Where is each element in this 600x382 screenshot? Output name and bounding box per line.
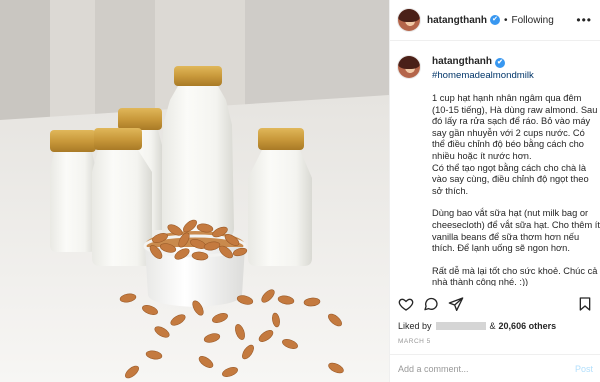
liker-name-redacted[interactable] xyxy=(435,322,486,330)
avatar[interactable] xyxy=(398,9,420,31)
liked-by-label: Liked by xyxy=(398,321,432,331)
separator-dot: • xyxy=(504,14,508,26)
caption-paragraph: Rất dễ mà lại tốt cho sức khoẻ. Chúc cả … xyxy=(432,265,598,286)
comment-box: Post xyxy=(390,354,600,382)
hashtag-link[interactable]: #homemadealmondmilk xyxy=(432,70,534,81)
verified-badge-icon: ✔ xyxy=(495,58,505,68)
likes-count-link[interactable]: 20,606 others xyxy=(499,321,557,331)
caption-username-link[interactable]: hatangthanh ✔ xyxy=(432,56,534,68)
following-button[interactable]: Following xyxy=(512,15,554,26)
caption-paragraph: 1 cup hạt hạnh nhân ngâm qua đêm (10-15 … xyxy=(432,93,598,161)
post-photo[interactable] xyxy=(0,0,389,382)
caption-paragraph: Có thể tạo ngọt bằng cách cho chà là vào… xyxy=(432,162,589,196)
comment-input[interactable] xyxy=(398,363,575,374)
share-icon[interactable] xyxy=(448,296,464,312)
post-date[interactable]: MARCH 5 xyxy=(398,338,431,345)
caption-header: hatangthanh ✔ #homemadealmondmilk xyxy=(398,56,593,81)
likes-connector: & xyxy=(489,321,496,331)
caption-area: hatangthanh ✔ #homemadealmondmilk 1 cup h… xyxy=(390,42,600,286)
milk-bottle xyxy=(50,130,96,252)
username-link[interactable]: hatangthanh xyxy=(427,15,487,26)
comment-icon[interactable] xyxy=(423,296,439,312)
action-bar xyxy=(390,292,600,320)
heart-icon[interactable] xyxy=(398,296,414,312)
almond-milk-photo xyxy=(0,0,389,382)
caption-avatar[interactable] xyxy=(398,56,420,78)
bookmark-icon[interactable] xyxy=(577,296,593,312)
caption-paragraph: Dùng bao vắt sữa hạt (nut milk bag or ch… xyxy=(432,208,600,254)
post-header: hatangthanh ✔ • Following ••• xyxy=(390,0,600,41)
verified-badge-icon: ✔ xyxy=(490,15,500,25)
post-sidebar: hatangthanh ✔ • Following ••• hatangthan… xyxy=(389,0,600,382)
post-comment-button[interactable]: Post xyxy=(575,364,593,374)
more-options-icon[interactable]: ••• xyxy=(576,13,592,27)
likes-line: Liked by & 20,606 others xyxy=(398,321,556,331)
